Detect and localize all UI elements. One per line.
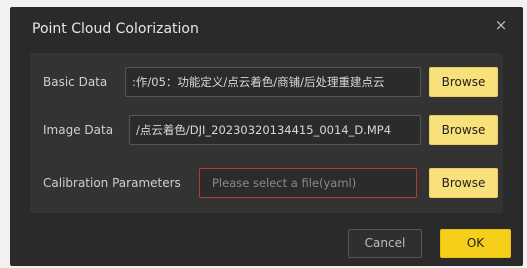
image-data-row: Image Data /点云着色/DJI_20230320134415_0014… [30, 115, 503, 145]
image-data-browse-button[interactable]: Browse [429, 115, 498, 145]
basic-data-label: Basic Data [43, 75, 108, 89]
basic-data-row: Basic Data :作/05：功能定义/点云着色/商铺/后处理重建点云 Br… [30, 67, 503, 97]
calibration-row: Calibration Parameters Please select a f… [30, 168, 503, 198]
calibration-label: Calibration Parameters [43, 176, 181, 190]
image-data-field[interactable]: /点云着色/DJI_20230320134415_0014_D.MP4 [129, 115, 421, 145]
calibration-browse-button[interactable]: Browse [429, 168, 498, 198]
input-panel: Basic Data :作/05：功能定义/点云着色/商铺/后处理重建点云 Br… [30, 53, 503, 213]
ok-button[interactable]: OK [440, 229, 511, 258]
close-icon[interactable]: × [491, 15, 511, 35]
image-data-label: Image Data [43, 123, 114, 137]
point-cloud-colorization-dialog: Point Cloud Colorization × Basic Data :作… [10, 7, 523, 266]
basic-data-browse-button[interactable]: Browse [429, 67, 498, 97]
dialog-title: Point Cloud Colorization [32, 21, 199, 37]
basic-data-field[interactable]: :作/05：功能定义/点云着色/商铺/后处理重建点云 [125, 67, 421, 97]
cancel-button[interactable]: Cancel [348, 229, 422, 258]
calibration-file-field[interactable]: Please select a file(yaml) [199, 168, 417, 198]
